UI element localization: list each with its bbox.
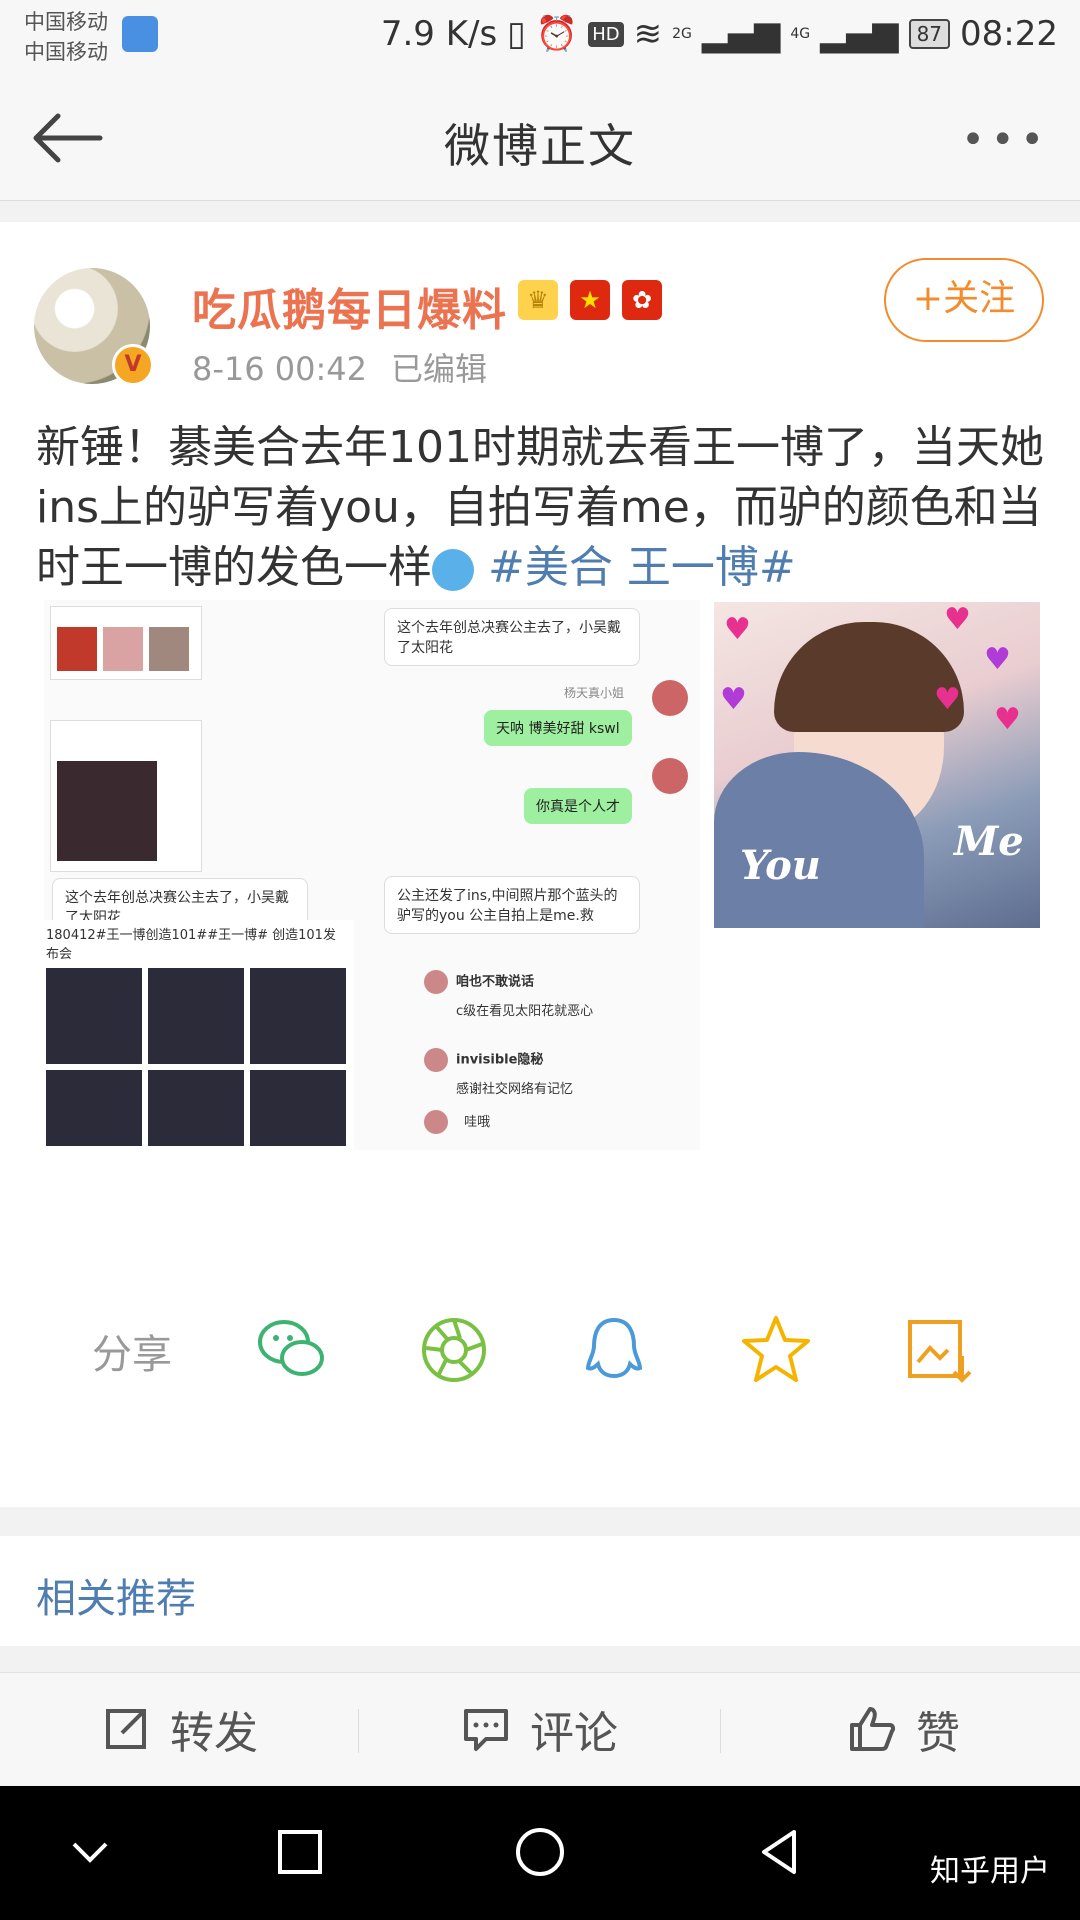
related-title[interactable]: 相关推荐 [36, 1566, 196, 1624]
grid-photo [148, 968, 244, 1064]
screenshot-thumb [50, 720, 202, 872]
post-image-collage[interactable]: 这个去年创总决赛公主去了，小吴戴了太阳花 杨天真小姐 天呐 博美好甜 kswl … [44, 600, 700, 1150]
comment-avatar [424, 1048, 448, 1072]
action-bar: 转发 评论 赞 [0, 1672, 1080, 1785]
share-label: 分享 [92, 1332, 172, 1378]
comment-item: 咱也不敢说话 c级在看见太阳花就恶心 [424, 970, 700, 1019]
more-options-icon[interactable]: ••• [961, 120, 1050, 160]
wechat-icon[interactable] [252, 1310, 332, 1390]
post-card: V 吃瓜鹅每日爆料 ♛ ★ ✿ 8-16 00:42 已编辑 +关注 新锤！綦美合… [0, 222, 1080, 1507]
repost-button[interactable]: 转发 [100, 1673, 258, 1785]
wifi-icon: ≋ [633, 14, 663, 54]
thumbs-up-icon [850, 1707, 896, 1751]
signal-4g-label: 4G [790, 26, 811, 42]
moments-icon[interactable] [414, 1310, 494, 1390]
edited-label: 已编辑 [391, 350, 488, 388]
share-row: 分享 [0, 1300, 1080, 1400]
heart-icon: ♥ [720, 682, 747, 717]
photo-grid: 180412#王一博创造101##王一博# 创造101发布会 [44, 920, 354, 1150]
chat-message: 这个去年创总决赛公主去了，小吴戴了太阳花 [384, 608, 640, 666]
comment-username: invisible隐秘 [456, 1052, 544, 1068]
heart-icon: ♥ [944, 602, 971, 637]
recents-square-icon[interactable] [268, 1820, 332, 1884]
comment-text: c级在看见太阳花就恶心 [456, 1004, 594, 1019]
signal-2g-label: 2G [672, 26, 692, 42]
screenshot-thumb [50, 606, 202, 680]
comment-button[interactable]: 评论 [460, 1673, 618, 1785]
comment-text: 感谢社交网络有记忆 [456, 1082, 574, 1097]
save-image-icon[interactable] [898, 1310, 978, 1390]
grid-photo [46, 968, 142, 1064]
china-flag-icon: ★ [570, 280, 610, 320]
post-meta: 8-16 00:42 已编辑 [192, 344, 487, 390]
watermark: 知乎用户 [930, 1854, 1050, 1889]
back-triangle-icon[interactable] [748, 1820, 812, 1884]
top-nav: 微博正文 ••• [0, 80, 1080, 201]
post-text: 新锤！綦美合去年101时期就去看王一博了，当天她ins上的驴写着you，自拍写着… [36, 418, 1046, 598]
chat-message: 公主还发了ins,中间照片那个蓝头的驴写的you 公主自拍上是me.救 [384, 876, 640, 934]
post-time: 8-16 00:42 [192, 350, 368, 388]
divider [358, 1709, 359, 1753]
heart-icon: ♥ [994, 702, 1021, 737]
comment-avatar [424, 970, 448, 994]
author-badges: ♛ ★ ✿ [518, 280, 662, 320]
overlay-text-me: Me [954, 818, 1024, 865]
clock: 08:22 [960, 14, 1058, 54]
crown-icon: ♛ [518, 280, 558, 320]
comment-label: 评论 [530, 1708, 618, 1759]
grid-photo [250, 1070, 346, 1146]
chat-message: 天呐 博美好甜 kswl [484, 710, 632, 746]
page-title: 微博正文 [444, 119, 636, 173]
overlay-text-you: You [740, 842, 821, 889]
comment-icon [464, 1709, 508, 1751]
hd-badge: HD [588, 21, 624, 47]
chat-message: 你真是个人才 [524, 788, 632, 824]
repost-label: 转发 [170, 1708, 258, 1759]
signal-icon: ▂▄▆ [820, 14, 899, 54]
qzone-star-icon[interactable] [736, 1310, 816, 1390]
hongkong-flag-icon: ✿ [622, 280, 662, 320]
status-bar: 中国移动 中国移动 7.9 K/s ▯ ⏰ HD ≋ 2G ▂▄▆ 4G ▂▄▆… [0, 0, 1080, 80]
heart-icon: ♥ [724, 612, 751, 647]
chat-avatar [652, 758, 688, 794]
system-nav-bar: 知乎用户 [0, 1786, 1080, 1920]
grid-photo [46, 1070, 142, 1146]
verified-badge-icon: V [112, 344, 154, 386]
home-circle-icon[interactable] [508, 1820, 572, 1884]
like-button[interactable]: 赞 [846, 1673, 960, 1785]
heart-icon: ♥ [934, 682, 961, 717]
like-label: 赞 [916, 1708, 960, 1759]
post-image-selfie[interactable]: ♥ ♥ ♥ ♥ ♥ ♥ You Me [714, 602, 1040, 928]
grid-photo [250, 968, 346, 1064]
chat-avatar [652, 680, 688, 716]
related-section: 相关推荐 [0, 1536, 1080, 1646]
follow-button[interactable]: +关注 [884, 258, 1044, 342]
carrier-1: 中国移动 [24, 10, 108, 34]
chevron-down-icon[interactable] [58, 1820, 122, 1884]
status-right: 7.9 K/s ▯ ⏰ HD ≋ 2G ▂▄▆ 4G ▂▄▆ 87 08:22 [381, 14, 1058, 54]
author-name[interactable]: 吃瓜鹅每日爆料 [192, 274, 507, 338]
comment-username: 咱也不敢说话 [456, 974, 535, 990]
signal-icon: ▂▄▆ [701, 14, 781, 54]
topic-link[interactable]: #美合 王一博# [488, 542, 796, 593]
comment-item: 哇哦 [424, 1110, 700, 1134]
divider [720, 1709, 721, 1753]
comment-avatar [424, 1110, 448, 1134]
alarm-icon: ⏰ [535, 14, 579, 54]
heart-icon: ♥ [984, 642, 1011, 677]
app-notification-icon [122, 16, 158, 52]
carrier-2: 中国移动 [24, 40, 108, 64]
repost-icon [106, 1709, 146, 1749]
comment-text: 哇哦 [464, 1114, 491, 1130]
grid-photo [148, 1070, 244, 1146]
doraemon-emoji-icon [432, 549, 474, 591]
battery-icon: 87 [908, 19, 951, 49]
vibrate-icon: ▯ [507, 14, 526, 54]
comment-item: invisible隐秘 感谢社交网络有记忆 [424, 1048, 700, 1097]
grid-caption: 180412#王一博创造101##王一博# 创造101发布会 [46, 928, 336, 962]
chat-username: 杨天真小姐 [564, 686, 625, 700]
network-speed: 7.9 K/s [380, 14, 498, 54]
qq-icon[interactable] [574, 1310, 654, 1390]
